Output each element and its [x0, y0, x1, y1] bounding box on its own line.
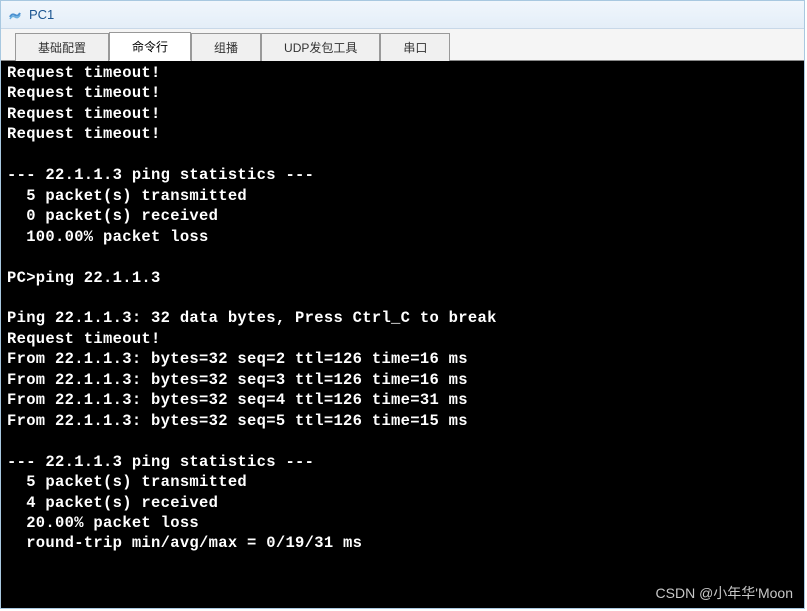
tab-udp-tool[interactable]: UDP发包工具	[261, 33, 380, 61]
tab-basic-config[interactable]: 基础配置	[15, 33, 109, 61]
tab-command-line[interactable]: 命令行	[109, 32, 191, 61]
tab-multicast[interactable]: 组播	[191, 33, 261, 61]
window-title: PC1	[29, 7, 54, 22]
app-icon	[7, 7, 23, 23]
app-window: PC1 基础配置 命令行 组播 UDP发包工具 串口 Request timeo…	[0, 0, 805, 609]
tab-serial[interactable]: 串口	[380, 33, 450, 61]
tab-bar: 基础配置 命令行 组播 UDP发包工具 串口	[1, 29, 804, 61]
titlebar: PC1	[1, 1, 804, 29]
watermark: CSDN @小年华'Moon	[656, 583, 793, 603]
terminal-output[interactable]: Request timeout! Request timeout! Reques…	[1, 61, 804, 608]
